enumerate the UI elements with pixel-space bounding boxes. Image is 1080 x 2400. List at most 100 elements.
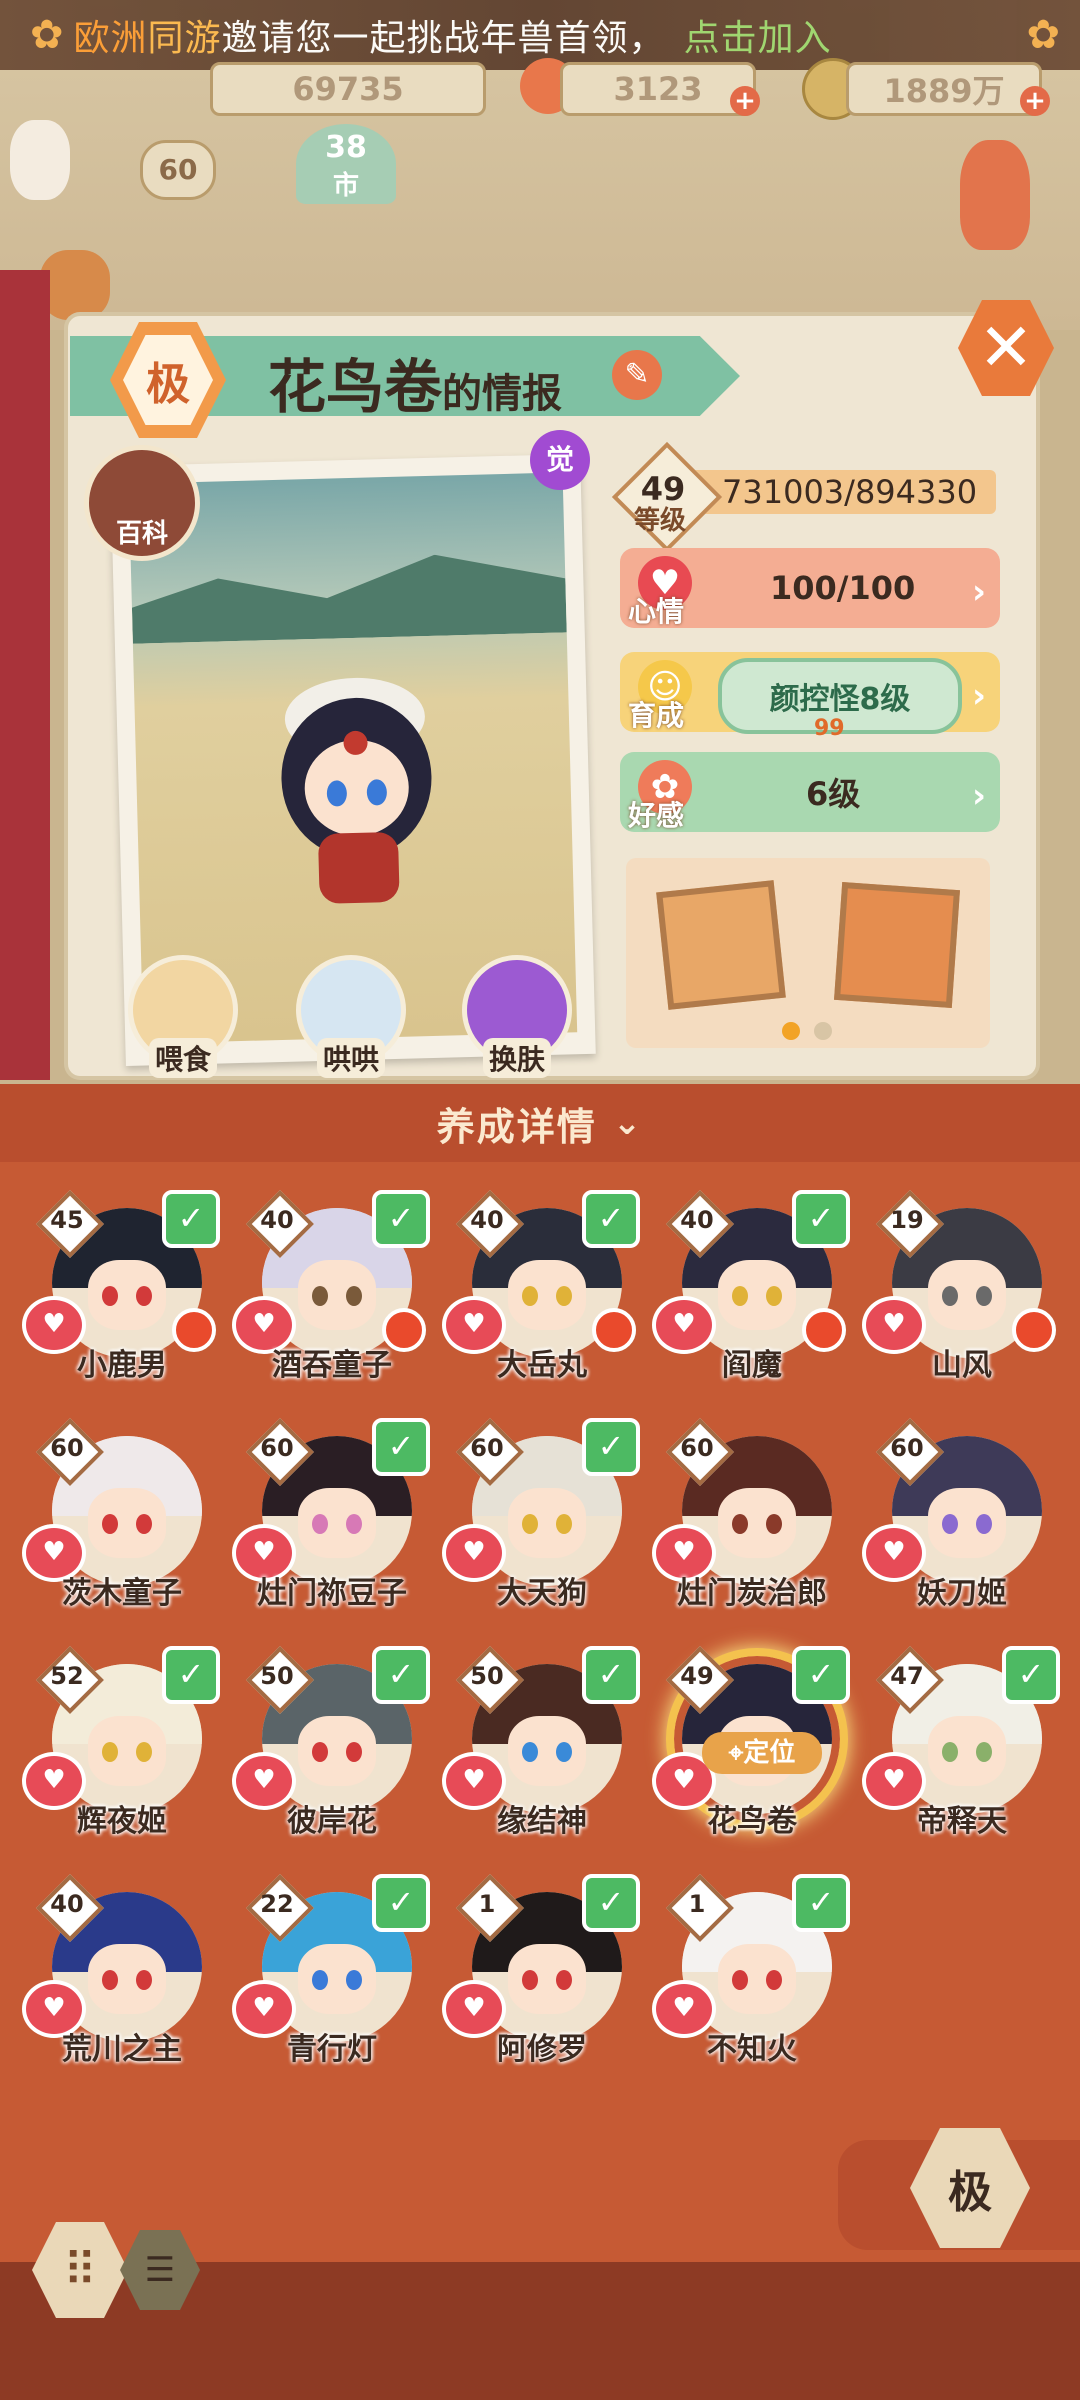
coin-counter: 69735 (210, 62, 486, 116)
player-level: 60 (158, 153, 198, 186)
shikigami-card[interactable]: 40 ♥ 荒川之主 (22, 1874, 212, 2074)
level-value: 60 (680, 1434, 714, 1462)
avatar-eye (102, 1286, 118, 1306)
avatar-eye (522, 1742, 538, 1762)
avatar-eye (732, 1286, 748, 1306)
mood-label: 心情 (628, 595, 685, 628)
shikigami-card[interactable]: 1 ✓ ♥ 阿修罗 (442, 1874, 640, 2074)
shikigami-card[interactable]: 50 ✓ ♥ 缘结神 (442, 1646, 640, 1846)
avatar-face (718, 1260, 796, 1330)
level-value: 1 (478, 1890, 496, 1918)
mood-row[interactable]: ♥ 心情 100/100 › (620, 548, 1000, 628)
avatar-face (718, 1944, 796, 2014)
check-icon: ✓ (582, 1418, 640, 1476)
favor-row[interactable]: ✿ 好感 6级 › (620, 752, 1000, 832)
shikigami-card[interactable]: 60 ♥ 妖刀姬 (862, 1418, 1052, 1618)
shikigami-name: 妖刀姬 (917, 1576, 1007, 1611)
banner-join-link[interactable]: 点击加入 (684, 9, 832, 61)
level-badge: 47 (876, 1646, 944, 1714)
growth-sub: 99 (814, 716, 845, 741)
coax-label: 哄哄 (316, 1038, 385, 1078)
shikigami-card[interactable]: 40 ✓ ♥ 大岳丸 (442, 1190, 640, 1390)
feed-button[interactable]: 喂食 (128, 955, 238, 1078)
level-badge: 52 (36, 1646, 104, 1714)
check-icon: ✓ (582, 1190, 640, 1248)
page-indicator-active (782, 1022, 800, 1040)
roster-header[interactable]: 养成详情 ⌄ (0, 1084, 1080, 1162)
avatar-eye (346, 1286, 362, 1306)
fish-lantern-icon (960, 140, 1030, 250)
food-item-frame[interactable] (656, 880, 786, 1010)
level-value: 19 (890, 1206, 924, 1234)
avatar-face (88, 1488, 166, 1558)
avatar-eye (976, 1286, 992, 1306)
shikigami-card[interactable]: 47 ✓ ♥ 帝释天 (862, 1646, 1060, 1846)
edit-name-button[interactable]: ✎ (612, 350, 662, 400)
shikigami-card[interactable]: 22 ✓ ♥ 青行灯 (232, 1874, 430, 2074)
shikigami-card[interactable]: 60 ♥ 茨木童子 (22, 1418, 212, 1618)
avatar-eye (136, 1742, 152, 1762)
shikigami-card[interactable]: 45 ✓ ♥ 小鹿男 (22, 1190, 220, 1390)
banner-tongyou: 同游 (147, 18, 222, 59)
shikigami-card[interactable]: 60 ♥ 灶门炭治郎 (652, 1418, 842, 1618)
exp-value: 731003/894330 (722, 473, 978, 511)
shikigami-card[interactable]: 19 ♥ 山风 (862, 1190, 1056, 1390)
check-icon: ✓ (792, 1190, 850, 1248)
shikigami-card[interactable]: 60 ✓ ♥ 灶门祢豆子 (232, 1418, 430, 1618)
growth-label: 育成 (628, 699, 685, 732)
shikigami-card[interactable]: 52 ✓ ♥ 辉夜姬 (22, 1646, 220, 1846)
avatar-eye (312, 1970, 328, 1990)
avatar-face (298, 1260, 376, 1330)
jade-counter: 3123 (560, 62, 756, 116)
avatar-eye (766, 1514, 782, 1534)
shikigami-card[interactable]: 49 ✓ ♥ ⌖定位 花鸟卷 (652, 1646, 850, 1846)
level-value: 50 (260, 1662, 294, 1690)
level-badge: 60 (876, 1418, 944, 1486)
shikigami-name-suffix: 的情报 (442, 371, 563, 417)
roster-title: 养成详情 (436, 1104, 597, 1149)
avatar-eye (942, 1514, 958, 1534)
shikigami-card[interactable]: 40 ✓ ♥ 酒吞童子 (232, 1190, 430, 1390)
avatar-face (298, 1716, 376, 1786)
avatar-eye (102, 1514, 118, 1534)
grade-filter-label: 极 (948, 2167, 992, 2218)
banner-server: 欧洲 (73, 18, 148, 59)
avatar-face (88, 1260, 166, 1330)
level-value: 1 (688, 1890, 706, 1918)
avatar-face (508, 1488, 586, 1558)
shikigami-title: 花鸟卷的情报 (268, 340, 562, 424)
shikigami-card[interactable]: 50 ✓ ♥ 彼岸花 (232, 1646, 430, 1846)
level-badge: 19 (876, 1190, 944, 1258)
level-badge: 60 (666, 1418, 734, 1486)
shikigami-name: 灶门祢豆子 (257, 1576, 407, 1611)
avatar-face (718, 1488, 796, 1558)
encyclopedia-button[interactable]: 百科 (84, 445, 200, 561)
doll-icon (10, 120, 70, 200)
add-jade-button[interactable]: + (730, 86, 760, 116)
shikigami-card[interactable]: 40 ✓ ♥ 阎魔 (652, 1190, 850, 1390)
shikigami-name: 花鸟卷 (268, 353, 443, 421)
avatar-face (928, 1716, 1006, 1786)
check-icon: ✓ (162, 1646, 220, 1704)
locked-item-frame[interactable] (834, 882, 960, 1008)
avatar-eye (556, 1286, 572, 1306)
level-badge: 60 (456, 1418, 524, 1486)
shikigami-name: 彼岸花 (287, 1804, 377, 1839)
page-indicator (814, 1022, 832, 1040)
check-icon: ✓ (372, 1190, 430, 1248)
shikigami-card[interactable]: 60 ✓ ♥ 大天狗 (442, 1418, 640, 1618)
coax-button[interactable]: 哄哄 (296, 955, 406, 1078)
add-gold-button[interactable]: + (1020, 86, 1050, 116)
locate-button[interactable]: ⌖定位 (702, 1732, 822, 1774)
growth-value: 颜控怪8级 (769, 682, 911, 717)
avatar-face (298, 1944, 376, 2014)
skin-button[interactable]: 换肤 (462, 955, 572, 1078)
avatar-face (508, 1716, 586, 1786)
gold-counter: 1889万 (846, 62, 1042, 116)
grade-text: 极 (123, 335, 213, 425)
shikigami-name: 灶门炭治郎 (677, 1576, 827, 1611)
avatar-eye (136, 1286, 152, 1306)
exp-bar: 731003/894330 (690, 470, 996, 514)
shikigami-card[interactable]: 1 ✓ ♥ 不知火 (652, 1874, 850, 2074)
chevron-right-icon: › (971, 572, 986, 612)
